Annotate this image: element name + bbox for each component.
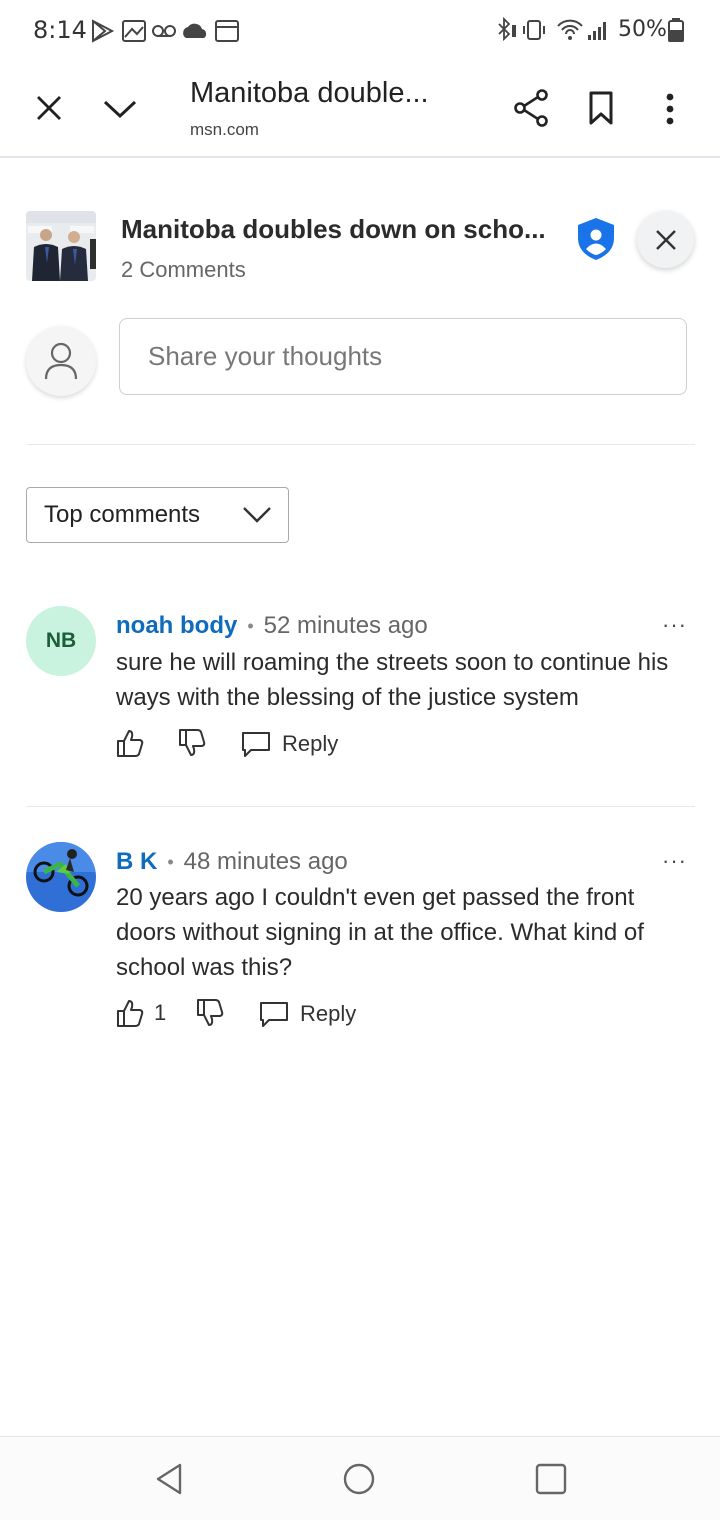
dislike-button[interactable] <box>178 728 206 758</box>
status-bar: 8:14 50% <box>0 0 720 60</box>
divider <box>26 806 695 807</box>
comment-text: sure he will roaming the streets soon to… <box>116 649 669 711</box>
comment-bubble-icon <box>242 732 270 757</box>
thumbs-down-icon <box>179 729 206 756</box>
system-nav-bar <box>0 1436 720 1520</box>
comment-meta: B K • 48 minutes ago <box>116 848 348 876</box>
status-time: 8:14 <box>33 16 87 44</box>
chevron-down-icon <box>243 507 271 523</box>
comment-time: 52 minutes ago <box>263 612 428 639</box>
comment-count: 2 Comments <box>121 257 246 282</box>
battery-percent: 50% <box>618 17 667 42</box>
avatar-initials: NB <box>45 629 77 652</box>
user-avatar <box>26 326 96 396</box>
comment-author[interactable]: noah body <box>116 612 237 639</box>
comment-time: 48 minutes ago <box>183 848 348 875</box>
sort-dropdown[interactable]: Top comments <box>26 487 289 543</box>
reply-button[interactable]: Reply <box>240 730 338 758</box>
close-comments-button[interactable] <box>637 211 694 268</box>
comment-more-button[interactable]: ··· <box>662 848 687 874</box>
comment-meta: noah body • 52 minutes ago <box>116 612 428 640</box>
page-url: msn.com <box>190 120 259 139</box>
thumbs-down-icon <box>197 999 224 1026</box>
dislike-button[interactable] <box>196 998 224 1028</box>
comment-more-button[interactable]: ··· <box>662 612 687 638</box>
reply-label: Reply <box>300 1001 357 1026</box>
like-button[interactable]: 1 <box>116 998 166 1028</box>
recent-apps-icon[interactable] <box>534 1462 568 1496</box>
sort-selected-label: Top comments <box>44 501 201 528</box>
share-icon[interactable] <box>513 89 549 127</box>
reply-label: Reply <box>282 731 339 756</box>
bookmark-icon[interactable] <box>588 91 614 125</box>
avatar[interactable]: NB <box>26 606 96 676</box>
article-thumbnail <box>26 211 96 281</box>
share-thoughts-input[interactable] <box>119 318 687 395</box>
close-icon <box>655 229 676 250</box>
person-icon <box>44 342 78 380</box>
divider <box>26 444 695 445</box>
close-icon[interactable] <box>36 95 62 121</box>
article-title[interactable]: Manitoba doubles down on scho... <box>121 214 567 245</box>
page-title: Manitoba double... <box>190 77 429 109</box>
status-notification-icons <box>92 19 239 43</box>
back-icon[interactable] <box>154 1462 184 1496</box>
battery-icon <box>668 18 684 42</box>
comment-bubble-icon <box>260 1002 288 1027</box>
separator-dot: • <box>167 852 174 873</box>
separator-dot: • <box>247 616 254 637</box>
comment-author[interactable]: B K <box>116 848 157 875</box>
status-system-icons <box>498 16 606 42</box>
like-button[interactable] <box>116 728 144 758</box>
avatar[interactable] <box>26 842 96 912</box>
reply-button[interactable]: Reply <box>258 1000 356 1028</box>
like-count: 1 <box>154 1000 167 1025</box>
more-vertical-icon[interactable] <box>664 92 676 126</box>
browser-toolbar: Manitoba double... msn.com <box>0 60 720 158</box>
motocross-photo <box>26 842 96 912</box>
thumbs-up-icon <box>117 1000 144 1027</box>
thumbs-up-icon <box>117 730 144 757</box>
chevron-down-icon[interactable] <box>103 99 137 119</box>
shield-user-icon[interactable] <box>576 216 616 262</box>
comment-text: 20 years ago I couldn't even get passed … <box>116 884 644 981</box>
home-icon[interactable] <box>342 1462 376 1496</box>
